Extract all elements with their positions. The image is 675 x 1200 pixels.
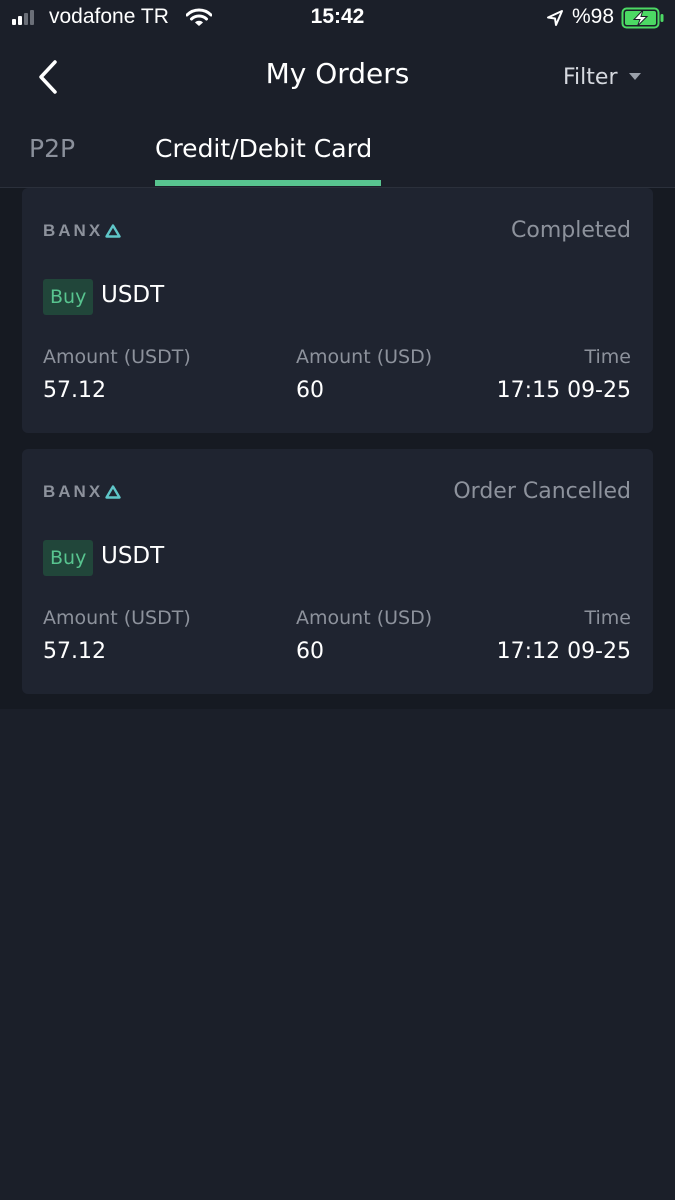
triangle-logo-icon [105,485,121,499]
filter-label: Filter [563,64,618,90]
status-bar: vodafone TR 15:42 %98 [0,0,675,38]
caret-down-icon [629,73,642,80]
battery-charging-icon [621,7,665,34]
amount-fiat-label: Amount (USD) [296,607,433,629]
amount-fiat-label: Amount (USD) [296,346,433,368]
amount-crypto-label: Amount (USDT) [43,607,191,629]
amount-fiat-value: 60 [296,639,324,664]
order-card[interactable]: BANX Order Cancelled Buy USDT Amount (US… [22,449,653,694]
filter-button[interactable]: Filter [563,62,642,92]
battery-percent: %98 [572,5,615,28]
tab-credit-debit-card[interactable]: Credit/Debit Card [155,134,372,163]
order-status: Completed [511,218,631,243]
asset-symbol: USDT [101,543,165,569]
time-value: 17:15 09-25 [496,378,631,403]
provider-name: BANX [43,482,104,501]
banxa-logo: BANX [43,221,121,241]
amount-fiat-value: 60 [296,378,324,403]
asset-symbol: USDT [101,282,165,308]
time-value: 17:12 09-25 [496,639,631,664]
tab-p2p[interactable]: P2P [29,134,75,163]
tab-bar: P2P Credit/Debit Card [0,118,675,188]
amount-crypto-label: Amount (USDT) [43,346,191,368]
side-badge: Buy [43,540,94,576]
order-status: Order Cancelled [453,479,631,504]
provider-name: BANX [43,221,104,240]
triangle-logo-icon [105,224,121,238]
amount-crypto-value: 57.12 [43,639,106,664]
time-label: Time [584,607,632,629]
active-tab-indicator [155,180,381,186]
orders-list: BANX Completed Buy USDT Amount (USDT) Am… [0,188,675,709]
side-badge: Buy [43,279,94,315]
time-label: Time [584,346,632,368]
empty-area [0,709,675,1200]
amount-crypto-value: 57.12 [43,378,106,403]
app-header: My Orders Filter [0,38,675,118]
order-card[interactable]: BANX Completed Buy USDT Amount (USDT) Am… [22,188,653,433]
location-arrow-icon [546,9,564,32]
banxa-logo: BANX [43,482,121,502]
